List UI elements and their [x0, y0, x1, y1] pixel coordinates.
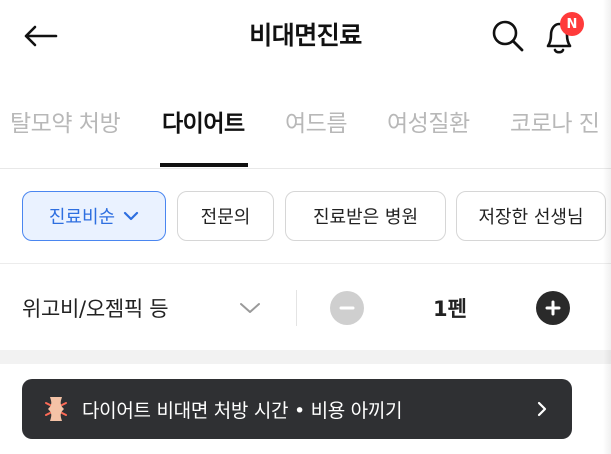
chip-label: 진료비순 [48, 207, 116, 228]
divider [296, 290, 297, 326]
divider [0, 168, 611, 169]
section-separator [0, 350, 611, 364]
search-icon [492, 20, 524, 52]
active-tab-indicator [160, 163, 248, 167]
category-tabs: 탈모약 처방 다이어트 여드름 여성질환 코로나 진 [0, 92, 611, 168]
notification-button[interactable]: N [540, 12, 586, 56]
filter-visited-hospitals[interactable]: 진료받은 병원 [285, 191, 446, 241]
minus-icon [339, 306, 355, 310]
search-button[interactable] [488, 16, 528, 56]
tab-hair-loss[interactable]: 탈모약 처방 [10, 104, 121, 138]
diet-info-banner[interactable]: 다이어트 비대면 처방 시간 • 비용 아끼기 [22, 379, 572, 439]
filter-sort-by-fee[interactable]: 진료비순 [22, 191, 166, 241]
app-header: 비대면진료 N [0, 0, 611, 72]
quantity-value: 1펜 [433, 297, 467, 321]
decrease-quantity-button[interactable] [330, 291, 364, 325]
chevron-right-icon [537, 401, 547, 417]
banner-text: 다이어트 비대면 처방 시간 • 비용 아끼기 [82, 400, 403, 422]
tab-diet[interactable]: 다이어트 [162, 104, 245, 138]
notification-badge: N [560, 12, 584, 36]
increase-quantity-button[interactable] [536, 291, 570, 325]
chevron-down-icon [240, 303, 260, 313]
filter-saved-doctors[interactable]: 저장한 선생님 [456, 191, 606, 241]
filter-specialist[interactable]: 전문의 [177, 191, 274, 241]
chevron-down-icon [123, 211, 139, 221]
body-figure-icon [45, 397, 67, 421]
tab-acne[interactable]: 여드름 [285, 104, 347, 138]
tab-womens-health[interactable]: 여성질환 [387, 104, 470, 138]
product-select-label[interactable]: 위고비/오젬픽 등 [22, 293, 169, 323]
divider [0, 263, 611, 264]
plus-icon [545, 300, 561, 316]
product-dropdown-button[interactable] [236, 296, 264, 320]
tab-covid[interactable]: 코로나 진 [510, 104, 600, 138]
